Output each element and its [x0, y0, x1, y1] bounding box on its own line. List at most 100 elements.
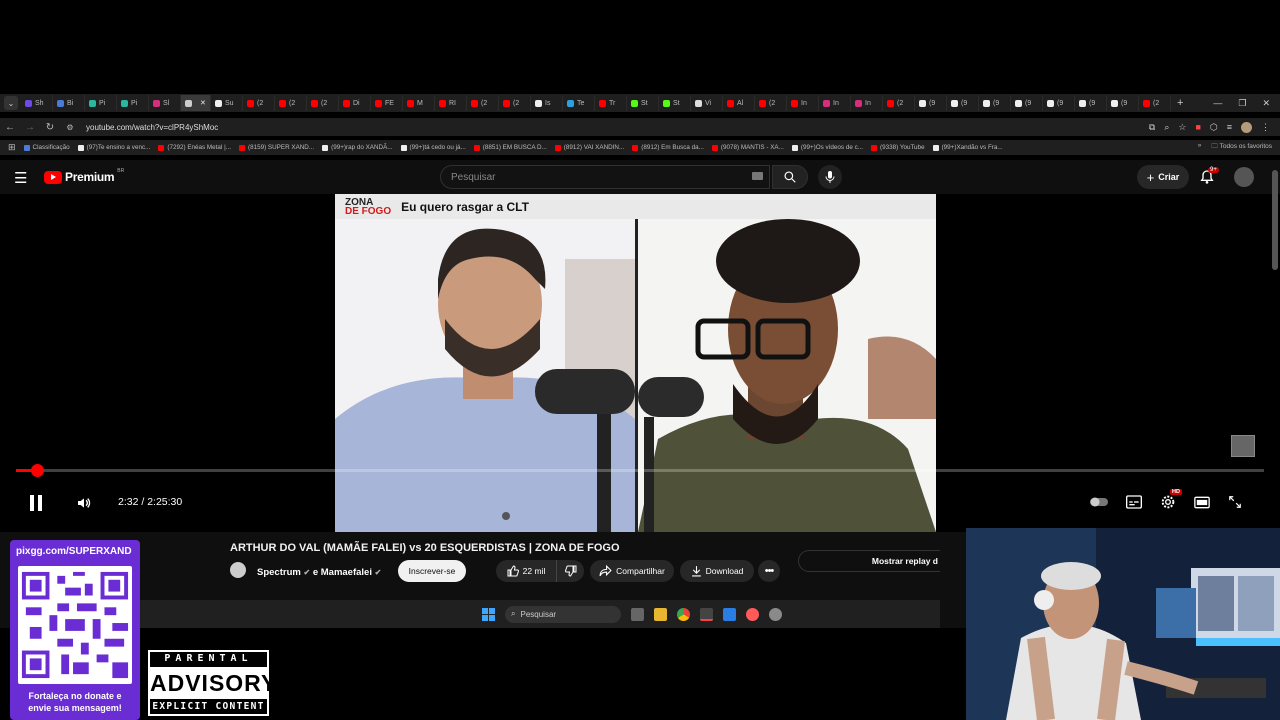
browser-tab[interactable]: (2 — [1139, 95, 1171, 111]
bookmark-item[interactable]: (8851) EM BUSCA D... — [473, 144, 547, 151]
channel-avatar[interactable] — [230, 562, 246, 578]
browser-tab[interactable]: (2 — [275, 95, 307, 111]
taskbar-search-input[interactable]: ⌕ Pesquisar — [505, 605, 621, 623]
bookmark-item[interactable]: (99+)tá cedo ou já... — [400, 144, 466, 151]
windows-start-icon[interactable] — [482, 607, 495, 621]
apps-grid-icon[interactable]: ⊞ — [8, 142, 16, 153]
autoplay-toggle[interactable] — [1090, 497, 1108, 507]
subtitles-icon[interactable] — [1126, 495, 1142, 509]
browser-tab[interactable]: (9 — [1075, 95, 1107, 111]
browser-tab[interactable]: ✕ — [181, 95, 211, 111]
browser-tab[interactable]: (9 — [1107, 95, 1139, 111]
browser-tab[interactable]: Pi — [85, 95, 117, 111]
bookmark-item[interactable]: (8159) SUPER XAND... — [238, 144, 314, 151]
maximize-icon[interactable]: ❐ — [1238, 98, 1246, 109]
browser-tab[interactable]: (9 — [1043, 95, 1075, 111]
extension-red-icon[interactable]: ■ — [1195, 122, 1200, 132]
browser-tab[interactable]: Bi — [53, 95, 85, 111]
show-chat-replay-button[interactable]: Mostrar replay d — [798, 550, 940, 572]
voice-search-button[interactable] — [818, 165, 842, 189]
browser-tab[interactable]: Sh — [21, 95, 53, 111]
page-scrollbar[interactable] — [1272, 170, 1278, 270]
url-field[interactable]: youtube.com/watch?v=clPR4yShMoc — [86, 123, 218, 132]
bookmark-item[interactable]: (9078) MANTIS - XA... — [711, 144, 784, 151]
pause-icon[interactable] — [28, 494, 44, 512]
settings-app-icon[interactable] — [769, 607, 782, 621]
browser-tab[interactable]: (9 — [979, 95, 1011, 111]
browser-tab[interactable]: Di — [339, 95, 371, 111]
task-view-icon[interactable] — [631, 607, 644, 621]
channel-name-2[interactable]: Mamaefalei — [321, 567, 372, 578]
reload-icon[interactable]: ↻ — [40, 122, 60, 133]
theater-mode-icon[interactable] — [1194, 496, 1210, 509]
search-input[interactable]: Pesquisar — [440, 165, 770, 189]
forward-icon[interactable]: → — [20, 122, 40, 133]
bookmark-item[interactable]: (9338) YouTube — [870, 144, 925, 151]
install-app-icon[interactable]: ⧉ — [1149, 122, 1155, 133]
browser-tab[interactable]: (2 — [755, 95, 787, 111]
file-explorer-icon[interactable] — [654, 607, 667, 621]
browser-tab[interactable]: (2 — [883, 95, 915, 111]
more-actions-button[interactable]: ••• — [758, 560, 780, 582]
browser-tab[interactable]: In — [787, 95, 819, 111]
minimize-icon[interactable]: — — [1213, 98, 1222, 109]
profile-avatar[interactable] — [1241, 121, 1252, 133]
bookmark-item[interactable]: (8912) VAI XANDIN... — [554, 144, 624, 151]
settings-gear-icon[interactable] — [1160, 494, 1176, 510]
browser-tab[interactable]: FE — [371, 95, 403, 111]
browser-tab[interactable]: Vi — [691, 95, 723, 111]
bookmark-item[interactable]: (97)Te ensino a venc... — [77, 144, 150, 151]
browser-tab[interactable]: In — [851, 95, 883, 111]
browser-tab[interactable]: Te — [563, 95, 595, 111]
bookmark-item[interactable]: (7292) Enéas Metal |... — [158, 144, 231, 151]
bookmarks-overflow-icon[interactable]: » — [1198, 142, 1202, 153]
new-tab-icon[interactable]: + — [1177, 97, 1183, 109]
extensions-icon[interactable]: ⬡ — [1210, 122, 1218, 133]
keyboard-icon[interactable] — [752, 172, 763, 180]
browser-tab[interactable]: St — [659, 95, 691, 111]
bookmark-star-icon[interactable]: ☆ — [1178, 122, 1186, 133]
progress-bar[interactable] — [16, 464, 1264, 477]
browser-tab[interactable]: St — [627, 95, 659, 111]
browser-tab[interactable]: Is — [531, 95, 563, 111]
browser-tab[interactable]: Pi — [117, 95, 149, 111]
browser-tab[interactable]: (9 — [947, 95, 979, 111]
subscribe-button[interactable]: Inscrever-se — [398, 560, 466, 582]
bookmark-item[interactable]: (99+)Os vídeos de c... — [791, 144, 863, 151]
channel-names[interactable]: Spectrum ✔ e Mamaefalei ✔ — [257, 567, 381, 578]
volume-icon[interactable] — [76, 495, 92, 511]
create-button[interactable]: + Criar — [1137, 165, 1189, 189]
search-button[interactable] — [772, 165, 808, 189]
zoom-icon[interactable]: ⌕ — [1164, 122, 1169, 133]
youtube-premium-logo[interactable]: Premium BR — [44, 168, 124, 184]
back-icon[interactable]: ← — [0, 122, 20, 133]
tab-search-button[interactable]: ⌄ — [4, 96, 18, 110]
app-icon-red-circle[interactable] — [746, 607, 759, 621]
browser-tab[interactable]: (2 — [307, 95, 339, 111]
bookmark-item[interactable]: (99+)Xandão vs Fra... — [932, 144, 1003, 151]
bookmark-item[interactable]: Classificação — [23, 144, 70, 151]
share-button[interactable]: Compartilhar — [590, 560, 674, 582]
browser-tab[interactable]: Tr — [595, 95, 627, 111]
site-info-icon[interactable]: ⚙ — [60, 123, 80, 132]
browser-tab[interactable]: (2 — [499, 95, 531, 111]
browser-tab[interactable]: Sl — [149, 95, 181, 111]
browser-tab[interactable]: (2 — [467, 95, 499, 111]
browser-tab[interactable]: (9 — [1011, 95, 1043, 111]
hamburger-menu-icon[interactable]: ☰ — [14, 169, 27, 187]
browser-menu-icon[interactable]: ⋮ — [1261, 122, 1270, 133]
browser-tab[interactable]: RI — [435, 95, 467, 111]
browser-tab[interactable]: M — [403, 95, 435, 111]
media-controls-icon[interactable]: ≡ — [1227, 122, 1232, 132]
dislike-button[interactable] — [556, 560, 584, 582]
like-button[interactable]: 22 mil — [496, 560, 556, 582]
progress-scrubber-handle[interactable] — [31, 464, 44, 477]
browser-tab[interactable]: (2 — [243, 95, 275, 111]
download-button[interactable]: Download — [680, 560, 754, 582]
close-window-icon[interactable]: ✕ — [1262, 98, 1270, 109]
browser-tab[interactable]: Su — [211, 95, 243, 111]
chrome-icon[interactable] — [677, 607, 690, 621]
browser-tab[interactable]: In — [819, 95, 851, 111]
channel-name-1[interactable]: Spectrum — [257, 567, 301, 578]
video-frame[interactable]: ZONA DE FOGO Eu quero rasgar a CLT — [335, 194, 936, 532]
